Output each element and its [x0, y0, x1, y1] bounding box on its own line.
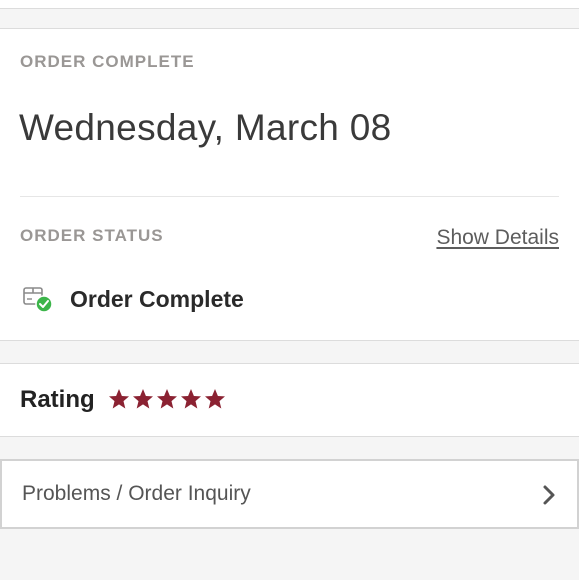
- order-date: Wednesday, March 08: [19, 107, 392, 148]
- order-status-label: ORDER STATUS: [20, 226, 164, 245]
- order-inquiry-button[interactable]: Problems / Order Inquiry: [0, 459, 579, 529]
- star-icon[interactable]: [179, 388, 203, 410]
- order-status-row: Order Complete: [22, 284, 244, 314]
- divider: [20, 196, 559, 197]
- order-status-text: Order Complete: [70, 285, 244, 312]
- chevron-right-icon: [541, 483, 557, 507]
- rating-card: Rating: [0, 363, 579, 437]
- rating-label: Rating: [20, 386, 95, 413]
- show-details-link[interactable]: Show Details: [436, 226, 559, 250]
- package-check-icon: [22, 285, 54, 313]
- star-icon[interactable]: [155, 388, 179, 410]
- star-icon[interactable]: [107, 388, 131, 410]
- star-icon[interactable]: [131, 388, 155, 410]
- star-icon[interactable]: [203, 388, 227, 410]
- top-strip: [0, 0, 579, 9]
- rating-stars: [107, 388, 227, 410]
- order-inquiry-label: Problems / Order Inquiry: [22, 482, 251, 505]
- order-card: ORDER COMPLETE Wednesday, March 08 ORDER…: [0, 28, 579, 341]
- order-complete-label: ORDER COMPLETE: [20, 52, 195, 71]
